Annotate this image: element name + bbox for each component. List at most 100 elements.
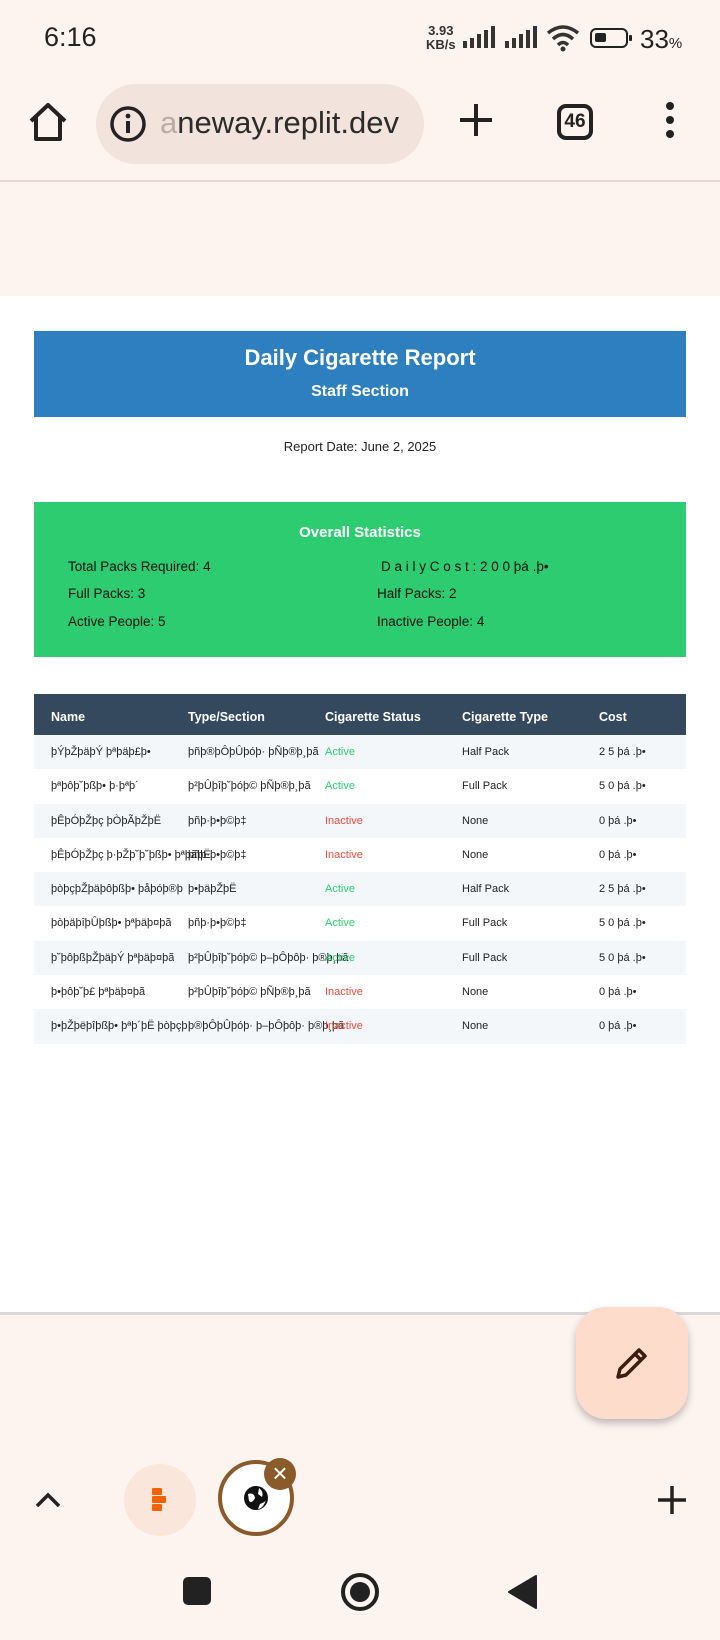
cell-cost: 5 0 þá .þ•	[599, 951, 646, 964]
table-row: þòþäþîþÛþßþ• þªþäþ¤þã þñþ·þ•þ©þ‡ Active Ful…	[34, 906, 686, 940]
cell-cig-type: Half Pack	[462, 883, 510, 896]
cell-cig-type: Full Pack	[462, 917, 508, 930]
report-title: Daily Cigarette Report	[244, 345, 476, 370]
cell-cost: 0 þá .þ•	[599, 986, 637, 999]
cell-status: Inactive	[325, 1020, 363, 1033]
cell-name: þªþôþ˘þßþ• þ·þªþ´	[51, 780, 139, 793]
battery-percent-value: 33	[640, 24, 669, 54]
table-row: þòþçþŽþäþôþßþ• þåþóþ®þ þ•þäþŽþË Active Half…	[34, 872, 686, 907]
edit-fab[interactable]	[576, 1307, 688, 1419]
network-speed-unit: KB/s	[426, 37, 456, 52]
cell-status: Inactive	[325, 848, 363, 861]
url-faded-part: a	[160, 105, 178, 140]
cell-cost: 2 5 þá .þ•	[599, 883, 646, 896]
table-row: þÝþŽþäþÝ þªþäþ£þ• þñþ®þÔþÛþóþ· þÑþ®þ¸þã Ac…	[34, 735, 686, 770]
cell-name: þòþçþŽþäþôþßþ• þåþóþ®þ	[51, 883, 183, 896]
cell-cost: 0 þá .þ•	[599, 814, 637, 827]
cell-status: Active	[325, 746, 355, 758]
home-nav-icon[interactable]	[340, 1572, 380, 1612]
cell-name: þÝþŽþäþÝ þªþäþ£þ•	[51, 746, 151, 758]
cell-cig-type: None	[462, 814, 489, 827]
cell-status: Active	[325, 780, 355, 793]
taskbar: ×	[0, 1450, 720, 1560]
cell-type: þñþ·þ•þ©þ‡	[188, 917, 247, 930]
status-bar: 6:16 3.93 KB/s 33%	[0, 0, 720, 80]
home-icon[interactable]	[26, 100, 70, 144]
col-cost: Cost	[599, 710, 627, 724]
url-main: neway.replit.dev	[177, 105, 399, 140]
cell-type: þ®þÔþÛþóþ· þ–þÔþôþ· þ®þ¸þã	[188, 1020, 345, 1033]
table-row: þ•þôþ˘þ£ þªþäþ¤þã þ²þÛþîþ˘þóþ© þÑþ®þ¸þã In…	[34, 975, 686, 1009]
replit-app-icon[interactable]	[124, 1464, 196, 1536]
table-row: þ˘þôþßþŽþäþÝ þªþäþ¤þã þ²þÛþîþ˘þóþ© þ–þÔþô…	[34, 940, 686, 976]
stats-heading: Overall Statistics	[299, 524, 421, 541]
col-cig-type: Cigarette Type	[462, 710, 548, 724]
cell-cost: 5 0 þá .þ•	[599, 780, 646, 793]
active-people: Active People: 5	[68, 614, 166, 629]
cell-status: Active	[325, 951, 355, 964]
web-content: Daily Cigarette Report Staff Section Rep…	[0, 182, 720, 1315]
cell-cig-type: None	[462, 986, 489, 999]
battery-percent-unit: %	[668, 35, 683, 52]
new-tab-icon[interactable]	[456, 100, 496, 140]
overall-statistics: Overall Statistics Total Packs Required:…	[34, 502, 686, 657]
col-type: Type/Section	[188, 710, 265, 724]
site-info-icon[interactable]	[108, 104, 148, 144]
pencil-icon	[616, 1348, 647, 1379]
url-text[interactable]: aneway.replit.dev	[160, 105, 399, 141]
daily-cost: D a i l y C o s t : 2 0 0 þá .þ•	[381, 559, 549, 574]
page-top-band	[0, 182, 720, 296]
total-packs: Total Packs Required: 4	[68, 559, 211, 574]
battery-icon	[590, 28, 632, 48]
table-body: þÝþŽþäþÝ þªþäþ£þ• þñþ®þÔþÛþóþ· þÑþ®þ¸þã Ac…	[34, 735, 686, 1044]
network-speed: 3.93 KB/s	[426, 24, 456, 52]
cell-status: Active	[325, 917, 355, 930]
table-row: þ•þŽþëþîþßþ• þªþ´þË þòþçþ þ®þÔþÛþóþ· þ–þÔ…	[34, 1009, 686, 1044]
cell-cost: 5 0 þá .þ•	[599, 917, 646, 930]
half-packs: Half Packs: 2	[377, 586, 457, 601]
cell-type: þ²þÛþîþ˘þóþ© þÑþ®þ¸þã	[188, 780, 311, 793]
table-header: Name Type/Section Cigarette Status Cigar…	[34, 694, 686, 735]
col-name: Name	[51, 710, 86, 724]
cell-cost: 2 5 þá .þ•	[599, 746, 646, 758]
cell-name: þ•þŽþëþîþßþ• þªþ´þË þòþçþ	[51, 1020, 188, 1033]
report-date: Report Date: June 2, 2025	[283, 439, 437, 454]
browser-toolbar: aneway.replit.dev 46	[0, 80, 720, 180]
cell-cost: 0 þá .þ•	[599, 1020, 637, 1033]
cell-name: þ•þôþ˘þ£ þªþäþ¤þã	[51, 986, 146, 999]
table-row: þÊþÓþŽþç þ·þŽþ˘þ˘þßþ• þªþãþË þñþ·þ•þ©þ‡ In…	[34, 838, 686, 872]
address-bar[interactable]: aneway.replit.dev	[96, 84, 424, 164]
full-packs: Full Packs: 3	[68, 586, 146, 601]
cell-cig-type: Full Pack	[462, 951, 508, 964]
report-header: Daily Cigarette Report Staff Section	[34, 331, 686, 417]
col-status: Cigarette Status	[325, 710, 421, 724]
tab-switcher-button[interactable]: 46	[557, 104, 593, 140]
wifi-icon	[546, 25, 580, 52]
cell-name: þòþäþîþÛþßþ• þªþäþ¤þã	[51, 917, 172, 930]
cell-cig-type: Full Pack	[462, 780, 508, 793]
signal-icon-2	[505, 26, 537, 48]
cell-name: þ˘þôþßþŽþäþÝ þªþäþ¤þã	[51, 951, 175, 964]
battery-percent: 33%	[640, 24, 682, 55]
report-subtitle: Staff Section	[311, 383, 409, 400]
close-app-icon[interactable]: ×	[264, 1458, 296, 1490]
chevron-up-icon[interactable]	[34, 1490, 62, 1510]
inactive-people: Inactive People: 4	[377, 614, 485, 629]
staff-table: Name Type/Section Cigarette Status Cigar…	[34, 694, 686, 1044]
cell-status: Inactive	[325, 814, 363, 827]
cell-name: þÊþÓþŽþç þÒþÃþŽþË	[51, 814, 162, 827]
cell-cig-type: None	[462, 1020, 489, 1033]
table-row: þªþôþ˘þßþ• þ·þªþ´ þ²þÛþîþ˘þóþ© þÑþ®þ¸þã Ac…	[34, 769, 686, 803]
add-app-icon[interactable]	[656, 1484, 688, 1516]
cell-cost: 0 þá .þ•	[599, 848, 637, 861]
cell-type: þ²þÛþîþ˘þóþ© þÑþ®þ¸þã	[188, 986, 311, 999]
cell-status: Inactive	[325, 986, 363, 999]
recents-icon[interactable]	[180, 1574, 214, 1608]
more-menu-icon[interactable]	[662, 102, 678, 142]
cell-type: þñþ·þ•þ©þ‡	[188, 814, 247, 827]
network-speed-value: 3.93	[428, 23, 454, 38]
back-icon[interactable]	[506, 1574, 538, 1610]
cell-type: þ•þäþŽþË	[188, 883, 237, 896]
cell-cig-type: Half Pack	[462, 746, 510, 758]
signal-icon	[463, 26, 495, 48]
